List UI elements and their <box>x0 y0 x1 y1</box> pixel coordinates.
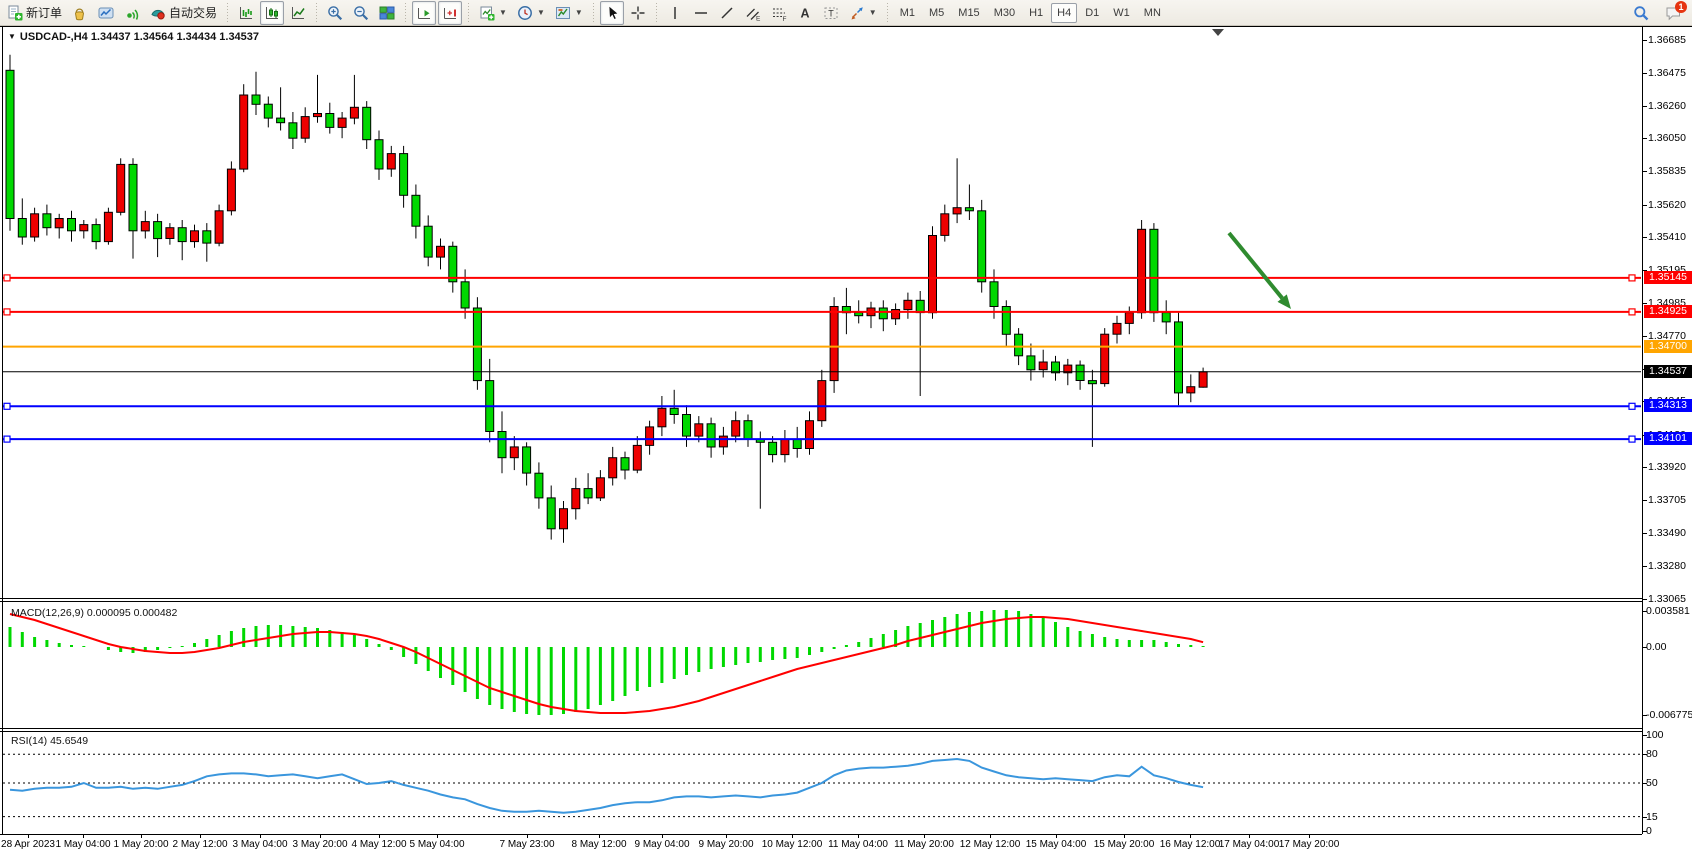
time-tick-mark <box>1056 834 1057 838</box>
price-tick-mark <box>1643 599 1647 600</box>
time-label: 8 May 12:00 <box>571 839 626 850</box>
macd-label: MACD(12,26,9) 0.000095 0.000482 <box>11 607 177 619</box>
chart-region[interactable]: ▼ USDCAD-,H4 1.34437 1.34564 1.34434 1.34… <box>0 27 1692 858</box>
time-label: 4 May 12:00 <box>351 839 406 850</box>
macd-tick-label: 0.00 <box>1646 641 1666 653</box>
time-tick-mark <box>792 834 793 838</box>
price-tick-mark <box>1643 566 1647 567</box>
time-label: 2 May 12:00 <box>172 839 227 850</box>
chart-bottom-border <box>0 834 1642 835</box>
price-tick-mark <box>1643 237 1647 238</box>
rsi-tick-label: 0 <box>1646 825 1652 837</box>
price-tick-mark <box>1643 533 1647 534</box>
time-tick-mark <box>662 834 663 838</box>
price-tick-mark <box>1643 106 1647 107</box>
price-tag: 1.34537 <box>1644 365 1692 378</box>
price-tick-label: 1.33705 <box>1648 494 1692 506</box>
price-tick-label: 1.33490 <box>1648 527 1692 539</box>
time-label: 11 May 20:00 <box>894 839 954 850</box>
rsi-tick-label: 100 <box>1646 729 1664 741</box>
axis-vertical-line <box>1642 27 1643 834</box>
time-label: 1 May 20:00 <box>113 839 168 850</box>
price-tick-label: 1.36050 <box>1648 132 1692 144</box>
rsi-tick-label: 80 <box>1646 748 1658 760</box>
price-tick-mark <box>1643 303 1647 304</box>
time-tick-mark <box>1249 834 1250 838</box>
macd-tick-label: -0.006775 <box>1646 709 1692 721</box>
time-label: 9 May 20:00 <box>698 839 753 850</box>
panel-splitter-rsi[interactable] <box>0 728 1642 729</box>
time-label: 15 May 04:00 <box>1026 839 1087 850</box>
time-tick-mark <box>83 834 84 838</box>
price-tick-label: 1.35620 <box>1648 199 1692 211</box>
price-tick-mark <box>1643 138 1647 139</box>
panel-splitter-rsi2[interactable] <box>0 731 1642 732</box>
price-tick-mark <box>1643 467 1647 468</box>
price-tick-mark <box>1643 500 1647 501</box>
chart-left-border <box>2 27 3 834</box>
time-label: 16 May 12:00 <box>1160 839 1221 850</box>
panel-splitter-macd2[interactable] <box>0 601 1642 602</box>
price-tick-label: 1.36685 <box>1648 34 1692 46</box>
time-tick-mark <box>1190 834 1191 838</box>
time-tick-mark <box>990 834 991 838</box>
price-tick-label: 1.35835 <box>1648 165 1692 177</box>
price-tag: 1.34925 <box>1644 305 1692 318</box>
rsi-tick-label: 15 <box>1646 811 1658 823</box>
time-label: 11 May 04:00 <box>828 839 888 850</box>
time-tick-mark <box>924 834 925 838</box>
time-tick-mark <box>260 834 261 838</box>
price-tick-label: 1.33065 <box>1648 593 1692 605</box>
price-tick-label: 1.33280 <box>1648 560 1692 572</box>
rsi-label: RSI(14) 45.6549 <box>11 735 88 747</box>
time-tick-mark <box>1124 834 1125 838</box>
time-tick-mark <box>1309 834 1310 838</box>
macd-tick-label: 0.003581 <box>1646 605 1690 617</box>
price-tick-mark <box>1643 171 1647 172</box>
time-label: 9 May 04:00 <box>634 839 689 850</box>
time-tick-mark <box>726 834 727 838</box>
time-label: 28 Apr 2023 <box>1 839 55 850</box>
price-tick-mark <box>1643 205 1647 206</box>
price-tick-label: 1.35410 <box>1648 231 1692 243</box>
price-tick-mark <box>1643 40 1647 41</box>
time-label: 5 May 04:00 <box>409 839 464 850</box>
time-label: 17 May 04:00 <box>1219 839 1280 850</box>
mt4-window: 新订单自动交易▼▼▼EFAT▼M1M5M15M30H1H4D1W1MN1 ▼US… <box>0 0 1692 858</box>
panel-splitter-macd[interactable] <box>0 598 1642 599</box>
time-label: 3 May 20:00 <box>292 839 347 850</box>
time-tick-mark <box>320 834 321 838</box>
price-tick-label: 1.33920 <box>1648 461 1692 473</box>
price-tag: 1.34700 <box>1644 340 1692 353</box>
time-tick-mark <box>858 834 859 838</box>
price-tick-mark <box>1643 73 1647 74</box>
price-tag: 1.35145 <box>1644 271 1692 284</box>
chevron-down-icon[interactable]: ▼ <box>8 32 16 41</box>
time-label: 7 May 23:00 <box>499 839 554 850</box>
ohlc-readout: USDCAD-,H4 1.34437 1.34564 1.34434 1.345… <box>20 31 259 43</box>
time-tick-mark <box>28 834 29 838</box>
price-tick-mark <box>1643 336 1647 337</box>
time-tick-mark <box>379 834 380 838</box>
time-tick-mark <box>437 834 438 838</box>
rsi-tick-label: 50 <box>1646 777 1658 789</box>
time-label: 3 May 04:00 <box>232 839 287 850</box>
time-label: 1 May 04:00 <box>55 839 110 850</box>
time-label: 12 May 12:00 <box>960 839 1021 850</box>
toolbar-bottom-border <box>0 26 1692 27</box>
time-tick-mark <box>527 834 528 838</box>
time-label: 15 May 20:00 <box>1094 839 1155 850</box>
price-tag: 1.34101 <box>1644 432 1692 445</box>
time-label: 17 May 20:00 <box>1279 839 1340 850</box>
time-tick-mark <box>200 834 201 838</box>
chart-symbol-title: ▼ USDCAD-,H4 1.34437 1.34564 1.34434 1.34… <box>8 31 259 43</box>
time-label: 10 May 12:00 <box>762 839 823 850</box>
price-tag: 1.34313 <box>1644 399 1692 412</box>
time-tick-mark <box>599 834 600 838</box>
price-tick-label: 1.36475 <box>1648 67 1692 79</box>
price-chart-canvas[interactable] <box>0 0 1692 858</box>
price-tick-label: 1.36260 <box>1648 100 1692 112</box>
time-tick-mark <box>141 834 142 838</box>
